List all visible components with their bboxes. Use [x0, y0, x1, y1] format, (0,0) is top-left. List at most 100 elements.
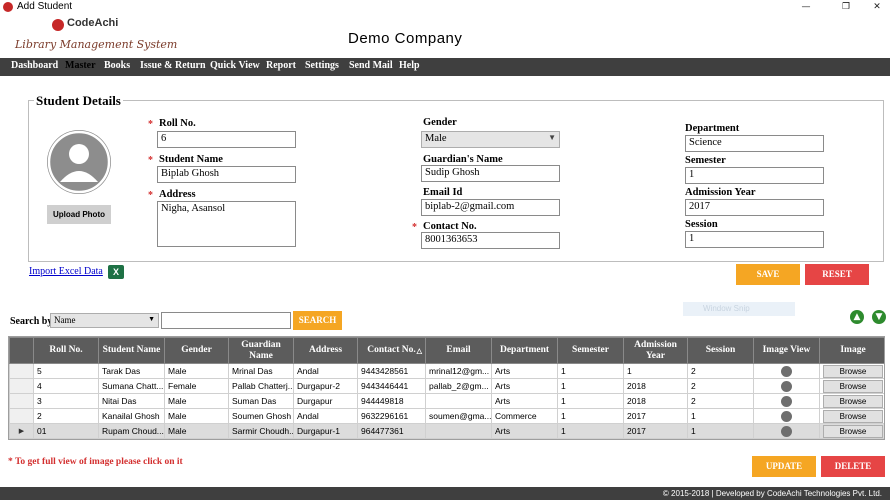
table-row[interactable]: 3 Nitai Das Male Suman Das Durgapur 944449818… [9, 393, 884, 409]
image-cell[interactable]: Browse [819, 423, 884, 439]
reset-button[interactable]: RESET [805, 264, 869, 285]
grid-cell[interactable]: Male [164, 408, 229, 424]
grid-cell[interactable]: 9632296161 [357, 408, 426, 424]
minimize-button[interactable]: — [795, 0, 817, 14]
col-image-view[interactable]: Image View [753, 337, 820, 364]
grid-cell[interactable]: Male [164, 363, 229, 379]
arrow-down-icon[interactable]: ▼ [872, 310, 886, 324]
grid-cell[interactable]: Arts [491, 378, 558, 394]
avatar-thumbnail-icon[interactable] [781, 365, 792, 377]
grid-cell[interactable]: 1 [687, 408, 754, 424]
col-email[interactable]: Email [425, 337, 492, 364]
col-semester[interactable]: Semester [557, 337, 624, 364]
avatar-thumbnail-icon[interactable] [781, 425, 792, 437]
grid-cell[interactable]: 9443428561 [357, 363, 426, 379]
grid-cell[interactable]: 2018 [623, 378, 688, 394]
image-cell[interactable]: Browse [819, 378, 884, 394]
col-contact-no[interactable]: Contact No. △ [357, 337, 426, 364]
save-button[interactable]: SAVE [736, 264, 800, 285]
grid-cell[interactable]: Pallab Chatterj... [228, 378, 294, 394]
grid-cell[interactable]: 1 [557, 408, 624, 424]
row-selector[interactable] [9, 363, 34, 379]
address-input[interactable]: Nigha, Asansol [157, 201, 296, 247]
session-input[interactable]: 1 [685, 231, 824, 248]
image-cell[interactable]: Browse [819, 363, 884, 379]
image-view-cell[interactable] [753, 363, 820, 379]
row-selector[interactable] [9, 393, 34, 409]
row-selector[interactable]: ▶ [9, 423, 34, 439]
grid-cell[interactable]: 5 [33, 363, 99, 379]
student-photo[interactable] [47, 130, 111, 194]
grid-cell[interactable]: 2 [687, 363, 754, 379]
grid-cell[interactable]: 1 [687, 423, 754, 439]
image-view-cell[interactable] [753, 408, 820, 424]
guardian-name-input[interactable]: Sudip Ghosh [421, 165, 560, 182]
menu-dashboard[interactable]: Dashboard [11, 60, 58, 71]
grid-cell[interactable]: Arts [491, 393, 558, 409]
browse-button[interactable]: Browse [823, 424, 883, 438]
grid-cell[interactable]: Kanailal Ghosh [98, 408, 165, 424]
semester-input[interactable]: 1 [685, 167, 824, 184]
grid-cell[interactable]: 2 [687, 393, 754, 409]
search-input[interactable] [161, 312, 291, 329]
avatar-thumbnail-icon[interactable] [781, 380, 792, 392]
col-gender[interactable]: Gender [164, 337, 229, 364]
menu-report[interactable]: Report [266, 60, 296, 71]
grid-cell[interactable]: Andal [293, 408, 358, 424]
grid-cell[interactable]: Rupam Choud... [98, 423, 165, 439]
search-by-select[interactable]: Name ▼ [50, 313, 159, 328]
close-button[interactable]: ✕ [866, 0, 888, 14]
menu-help[interactable]: Help [399, 60, 420, 71]
grid-cell[interactable]: 1 [623, 363, 688, 379]
grid-cell[interactable]: 2017 [623, 408, 688, 424]
grid-cell[interactable]: Arts [491, 423, 558, 439]
col-address[interactable]: Address [293, 337, 358, 364]
grid-cell[interactable]: 1 [557, 423, 624, 439]
avatar-thumbnail-icon[interactable] [781, 395, 792, 407]
grid-cell[interactable] [425, 393, 492, 409]
image-view-cell[interactable] [753, 393, 820, 409]
grid-cell[interactable]: Commerce [491, 408, 558, 424]
grid-cell[interactable]: 944449818 [357, 393, 426, 409]
upload-photo-button[interactable]: Upload Photo [47, 205, 111, 224]
browse-button[interactable]: Browse [823, 379, 883, 393]
col-session[interactable]: Session [687, 337, 754, 364]
grid-cell[interactable]: Sarmir Choudh... [228, 423, 294, 439]
image-view-cell[interactable] [753, 378, 820, 394]
grid-cell[interactable]: 2017 [623, 423, 688, 439]
grid-cell[interactable]: Durgapur-1 [293, 423, 358, 439]
image-cell[interactable]: Browse [819, 408, 884, 424]
delete-button[interactable]: DELETE [821, 456, 885, 477]
image-cell[interactable]: Browse [819, 393, 884, 409]
grid-cell[interactable]: 964477361 [357, 423, 426, 439]
grid-cell[interactable]: 4 [33, 378, 99, 394]
browse-button[interactable]: Browse [823, 364, 883, 378]
search-button[interactable]: SEARCH [293, 311, 342, 330]
menu-quick-view[interactable]: Quick View [210, 60, 260, 71]
email-input[interactable]: biplab-2@gmail.com [421, 199, 560, 216]
grid-cell[interactable]: Sumana Chatt... [98, 378, 165, 394]
col-student-name[interactable]: Student Name [98, 337, 165, 364]
grid-cell[interactable]: 2 [33, 408, 99, 424]
menu-master[interactable]: Master [65, 60, 96, 71]
col-guardian-name[interactable]: Guardian Name [228, 337, 294, 364]
grid-cell[interactable]: Mrinal Das [228, 363, 294, 379]
update-button[interactable]: UPDATE [752, 456, 816, 477]
restore-button[interactable]: ❐ [835, 0, 857, 14]
table-row[interactable]: ▶ 01 Rupam Choud... Male Sarmir Choudh... Dur… [9, 423, 884, 439]
department-input[interactable]: Science [685, 135, 824, 152]
import-excel-link[interactable]: Import Excel Data [29, 266, 103, 277]
grid-cell[interactable]: soumen@gma... [425, 408, 492, 424]
grid-cell[interactable]: Tarak Das [98, 363, 165, 379]
table-row[interactable]: 2 Kanailal Ghosh Male Soumen Ghosh Andal 9632… [9, 408, 884, 424]
avatar-thumbnail-icon[interactable] [781, 410, 792, 422]
col-admission-year[interactable]: Admission Year [623, 337, 688, 364]
grid-cell[interactable]: 1 [557, 393, 624, 409]
grid-cell[interactable]: Male [164, 393, 229, 409]
menu-settings[interactable]: Settings [305, 60, 339, 71]
browse-button[interactable]: Browse [823, 394, 883, 408]
grid-cell[interactable]: Durgapur-2 [293, 378, 358, 394]
browse-button[interactable]: Browse [823, 409, 883, 423]
grid-cell[interactable]: Nitai Das [98, 393, 165, 409]
row-selector[interactable] [9, 378, 34, 394]
